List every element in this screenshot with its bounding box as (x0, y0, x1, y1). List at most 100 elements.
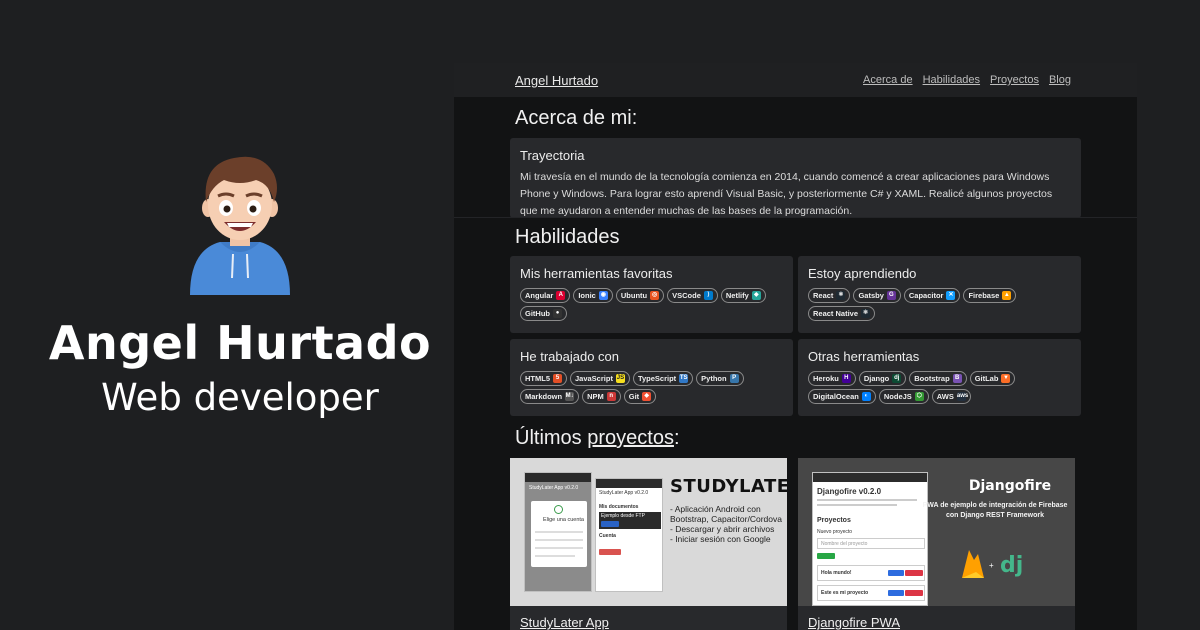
skill-chip: Capacitor ✕ (903, 288, 961, 303)
heroku-icon: H (841, 374, 851, 383)
skill-chip: Git ◆ (623, 389, 657, 404)
skills-heading: Habilidades (515, 226, 620, 248)
skill-chip-label: Python (701, 374, 727, 383)
skills-card-title: Otras herramientas (808, 349, 920, 364)
skill-chip: Firebase ▲ (963, 288, 1017, 303)
chip-list: Angular A Ionic ◉ Ubuntu ◎ VSCode ⟩ Netlify ◆ GitH… (520, 288, 785, 321)
skill-chip: React Native ⚛ (808, 306, 876, 321)
phone-mockup: StudyLater App v0.2.0 Elige una cuenta (524, 472, 592, 592)
ubuntu-icon: ◎ (650, 291, 660, 300)
markdown-icon: M↓ (565, 392, 575, 401)
nav-link-proyectos[interactable]: Proyectos (990, 74, 1039, 86)
website-preview: Angel Hurtado Acerca de Habilidades Proy… (454, 63, 1137, 630)
skill-chip: GitLab ▼ (969, 371, 1016, 386)
skill-chip: AWS aws (931, 389, 971, 404)
firebase-icon: ▲ (1002, 291, 1012, 300)
skill-chip-label: Capacitor (908, 291, 944, 300)
npm-icon: n (606, 392, 616, 401)
skills-card-other-tools: Otras herramientas Heroku H Django dj Bootst… (798, 339, 1081, 416)
skill-chip: Bootstrap B (909, 371, 967, 386)
project-thumbnail: Djangofire v0.2.0 Proyectos Nuevo proyec… (798, 458, 1075, 606)
skill-chip: VSCode ⟩ (667, 288, 718, 303)
ionic-icon: ◉ (598, 291, 608, 300)
project-card-studylater[interactable]: StudyLater App v0.2.0 Elige una cuenta S… (510, 458, 787, 630)
project-item: Este es mi proyecto (817, 585, 925, 601)
gitlab-icon: ▼ (1001, 374, 1011, 383)
project-link[interactable]: StudyLater App (520, 615, 609, 630)
profile-role: Web developer (101, 376, 379, 419)
phone-new-label: Nuevo proyecto (817, 529, 853, 535)
skill-chip-label: Git (628, 392, 640, 401)
skill-chip-label: React (813, 291, 834, 300)
skill-chip-label: AWS (936, 392, 954, 401)
phone-app-title: Djangofire v0.2.0 (817, 487, 882, 496)
digitalocean-icon: ◐ (861, 392, 871, 401)
firebase-django-logos: + dj (962, 550, 1023, 578)
python-icon: P (729, 374, 739, 383)
skill-chip: Ubuntu ◎ (615, 288, 665, 303)
google-icon (554, 505, 563, 514)
chip-list: Heroku H Django dj Bootstrap B GitLab ▼ DigitalO… (808, 371, 1073, 404)
skill-chip: React ⚛ (808, 288, 851, 303)
skill-chip-label: NodeJS (883, 392, 912, 401)
site-navbar: Angel Hurtado Acerca de Habilidades Proy… (454, 63, 1137, 97)
section-divider (454, 217, 1137, 218)
netlify-icon: ◆ (751, 291, 761, 300)
react-icon: ⚛ (836, 291, 846, 300)
document-item: Ejemplo desde FTP (599, 512, 661, 529)
nav-link-habilidades[interactable]: Habilidades (923, 74, 980, 86)
skill-chip-label: Ionic (578, 291, 596, 300)
profile-name: Angel Hurtado (48, 316, 432, 370)
skill-chip-label: DigitalOcean (813, 392, 859, 401)
project-name-input: Nombre del proyecto (817, 538, 925, 549)
phone-account-label: Cuenta (599, 533, 616, 539)
svg-text:+: + (989, 561, 994, 570)
chip-list: React ⚛ Gatsby G Capacitor ✕ Firebase ▲ React Na… (808, 288, 1073, 321)
skill-chip: Python P (696, 371, 744, 386)
skill-chip: GitHub ● (520, 306, 567, 321)
phone-section-title: Proyectos (817, 517, 851, 524)
skills-card-title: Estoy aprendiendo (808, 266, 917, 281)
skill-chip-label: JavaScript (575, 374, 613, 383)
github-icon: ● (553, 309, 562, 318)
projects-heading-suffix: : (673, 427, 680, 449)
projects-heading: Últimos proyectos: (515, 427, 680, 450)
document-item-label: Ejemplo desde FTP (601, 513, 645, 519)
skill-chip: JavaScript JS (570, 371, 630, 386)
nav-link-blog[interactable]: Blog (1049, 74, 1071, 86)
skill-chip: Heroku H (808, 371, 856, 386)
skills-card-favorites: Mis herramientas favoritas Angular A Ionic… (510, 256, 793, 333)
project-item: Hola mundo! (817, 565, 925, 581)
phone-mockup: Djangofire v0.2.0 Proyectos Nuevo proyec… (812, 472, 928, 606)
nodejs-icon: ⬡ (914, 392, 924, 401)
skill-chip: Django dj (858, 371, 907, 386)
profile-panel: Angel Hurtado Web developer (0, 0, 454, 630)
skill-chip: HTML5 5 (520, 371, 567, 386)
about-card-text: Mi travesía en el mundo de la tecnología… (520, 171, 1053, 217)
skill-chip-label: Netlify (725, 291, 749, 300)
site-brand-link[interactable]: Angel Hurtado (515, 73, 598, 88)
bootstrap-icon: B (952, 374, 962, 383)
skill-chip-label: React Native (813, 309, 859, 318)
phone-app-title: StudyLater App v0.2.0 (529, 485, 579, 491)
phone-mockup: StudyLater App v0.2.0 Mis documentos Eje… (595, 478, 663, 592)
skill-chip: Markdown M↓ (520, 389, 580, 404)
project-card-djangofire[interactable]: Djangofire v0.2.0 Proyectos Nuevo proyec… (798, 458, 1075, 630)
django-icon: dj (892, 374, 902, 383)
account-dialog: Elige una cuenta (531, 501, 587, 567)
html5-icon: 5 (553, 374, 562, 383)
skills-card-learning: Estoy aprendiendo React ⚛ Gatsby G Capacitor… (798, 256, 1081, 333)
skill-chip-label: Bootstrap (914, 374, 950, 383)
thumb-description: PWA de ejemplo de integración de Firebas… (922, 502, 1068, 519)
vscode-icon: ⟩ (703, 291, 713, 300)
skill-chip-label: GitLab (974, 374, 999, 383)
skill-chip: NPM n (582, 389, 621, 404)
chip-list: HTML5 5 JavaScript JS TypeScript TS Python P Mar… (520, 371, 785, 404)
skills-card-worked-with: He trabajado con HTML5 5 JavaScript JS TypeS… (510, 339, 793, 416)
projects-heading-link[interactable]: proyectos (587, 427, 674, 449)
project-link[interactable]: Djangofire PWA (808, 615, 900, 630)
skills-card-title: Mis herramientas favoritas (520, 266, 673, 281)
skill-chip: Ionic ◉ (573, 288, 613, 303)
skill-chip: Gatsby G (853, 288, 901, 303)
nav-link-acerca[interactable]: Acerca de (863, 74, 913, 86)
